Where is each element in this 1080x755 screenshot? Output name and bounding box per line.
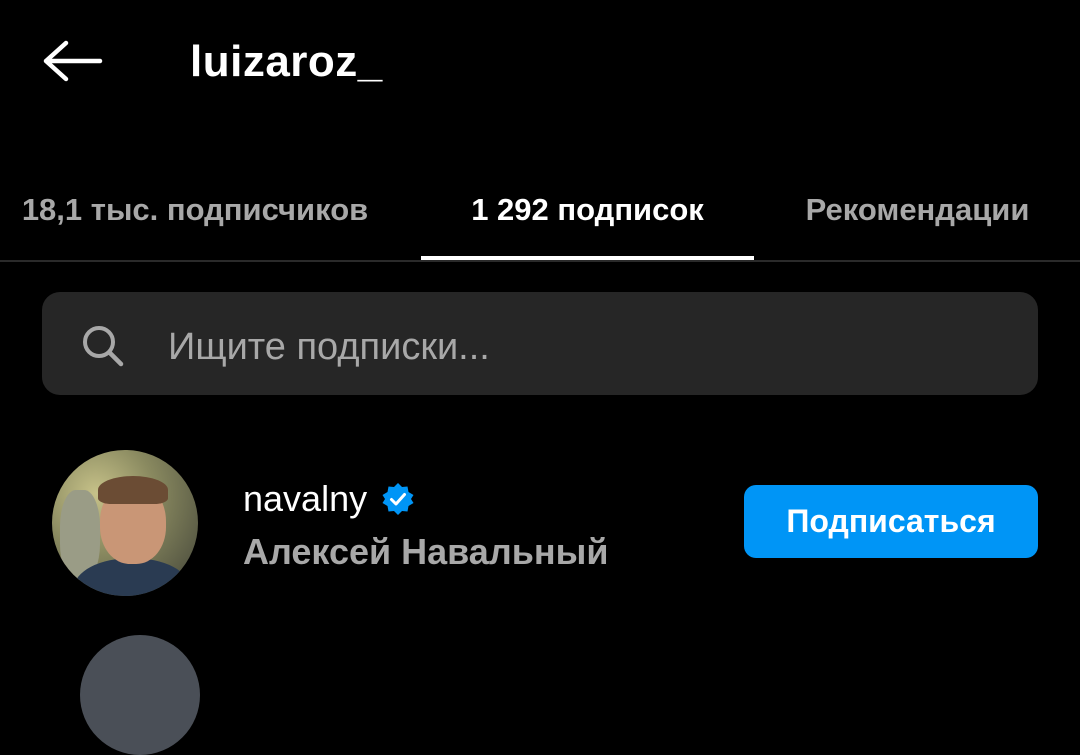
account-full-name: Алексей Навальный — [243, 531, 609, 572]
tab-followers[interactable]: 18,1 тыс. подписчиков — [0, 160, 400, 260]
avatar[interactable] — [80, 635, 200, 755]
arrow-left-icon — [43, 40, 103, 82]
profile-username: luizaroz_ — [190, 37, 383, 86]
tab-following[interactable]: 1 292 подписок — [421, 160, 754, 260]
top-bar: luizaroz_ — [0, 0, 1080, 130]
tab-recommendations[interactable]: Рекомендации — [770, 160, 1065, 260]
follow-button[interactable]: Подписаться — [744, 485, 1038, 558]
search-icon — [83, 326, 124, 367]
tabs-divider — [0, 260, 1080, 262]
verified-badge-icon — [382, 483, 414, 515]
account-username-text: navalny — [243, 478, 368, 519]
account-username[interactable]: navalny — [243, 477, 415, 521]
follow-tabs: 18,1 тыс. подписчиков 1 292 подписок Рек… — [0, 160, 1080, 260]
avatar[interactable] — [52, 450, 198, 596]
back-button[interactable] — [30, 28, 114, 94]
search-input[interactable] — [168, 317, 988, 377]
